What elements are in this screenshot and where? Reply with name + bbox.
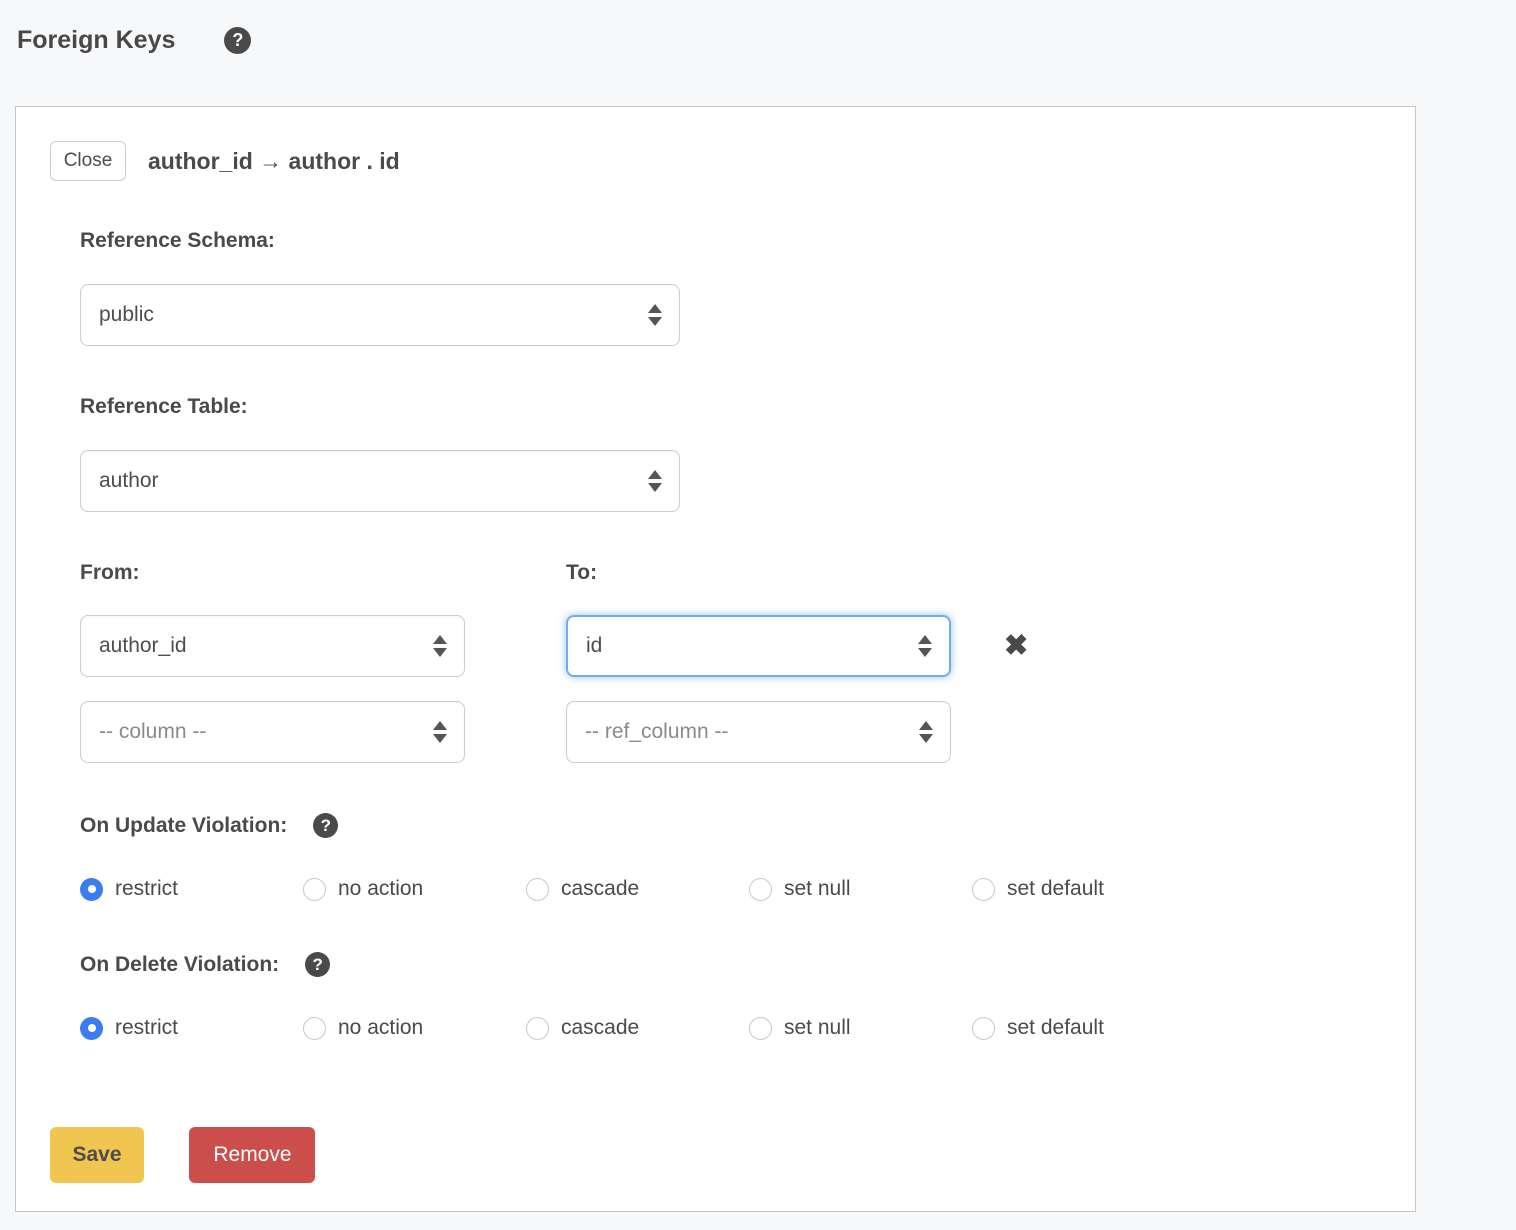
help-icon[interactable]: ? <box>313 813 338 838</box>
reference-table-value: author <box>99 469 159 493</box>
radio-label: cascade <box>561 1016 639 1040</box>
select-arrows-icon <box>648 304 662 326</box>
on-update-violation-label: On Update Violation: <box>80 815 287 837</box>
select-arrows-icon <box>918 635 932 657</box>
to-column: To: id -- ref_column -- <box>566 562 951 763</box>
reference-schema-group: Reference Schema: public <box>80 230 1381 346</box>
from-column-placeholder-select[interactable]: -- column -- <box>80 701 465 763</box>
from-label: From: <box>80 562 465 584</box>
reference-schema-label: Reference Schema: <box>80 230 1381 252</box>
on-delete-set-default-option[interactable]: set default <box>972 1016 1195 1040</box>
radio-checked-icon[interactable] <box>80 1017 103 1040</box>
on-update-no-action-option[interactable]: no action <box>303 877 526 901</box>
reference-schema-select[interactable]: public <box>80 284 680 346</box>
to-ref-column-select[interactable]: id <box>566 615 951 677</box>
radio-label: set null <box>784 877 851 901</box>
from-column-placeholder-value: -- column -- <box>99 720 206 744</box>
on-delete-violation-label: On Delete Violation: <box>80 954 279 976</box>
close-button[interactable]: Close <box>50 141 126 181</box>
from-column: From: author_id -- column -- <box>80 562 465 763</box>
select-arrows-icon <box>648 470 662 492</box>
on-update-set-default-option[interactable]: set default <box>972 877 1195 901</box>
column-mapping-section: From: author_id -- column -- To: id -- r… <box>80 562 1381 763</box>
radio-unchecked-icon[interactable] <box>972 878 995 901</box>
reference-table-select[interactable]: author <box>80 450 680 512</box>
radio-unchecked-icon[interactable] <box>972 1017 995 1040</box>
reference-table-group: Reference Table: author <box>80 396 1381 512</box>
reference-table-label: Reference Table: <box>80 396 1381 418</box>
radio-unchecked-icon[interactable] <box>303 1017 326 1040</box>
radio-label: set default <box>1007 1016 1104 1040</box>
foreign-key-editor-panel: Close author_id → author . id Reference … <box>15 106 1416 1212</box>
on-delete-restrict-option[interactable]: restrict <box>80 1016 303 1040</box>
page-title: Foreign Keys <box>17 26 175 55</box>
radio-unchecked-icon[interactable] <box>749 1017 772 1040</box>
select-arrows-icon <box>433 635 447 657</box>
to-ref-column-placeholder-select[interactable]: -- ref_column -- <box>566 701 951 763</box>
foreign-key-heading: author_id → author . id <box>148 148 400 175</box>
radio-label: set default <box>1007 877 1104 901</box>
editor-header: Close author_id → author . id <box>50 141 1381 181</box>
radio-label: no action <box>338 1016 423 1040</box>
on-update-violation-group: On Update Violation: ? restrict no actio… <box>80 813 1381 901</box>
to-ref-column-value: id <box>586 634 602 658</box>
radio-label: restrict <box>115 1016 178 1040</box>
help-icon[interactable]: ? <box>224 27 251 54</box>
on-update-cascade-option[interactable]: cascade <box>526 877 749 901</box>
from-column-select[interactable]: author_id <box>80 615 465 677</box>
radio-label: restrict <box>115 877 178 901</box>
page-header: Foreign Keys ? <box>0 0 1516 64</box>
radio-unchecked-icon[interactable] <box>526 1017 549 1040</box>
foreign-key-form: Reference Schema: public Reference Table… <box>80 230 1381 1040</box>
from-column-value: author_id <box>99 634 187 658</box>
radio-unchecked-icon[interactable] <box>749 878 772 901</box>
select-arrows-icon <box>433 721 447 743</box>
radio-label: no action <box>338 877 423 901</box>
to-ref-column-placeholder-value: -- ref_column -- <box>585 720 729 744</box>
radio-label: cascade <box>561 877 639 901</box>
on-delete-no-action-option[interactable]: no action <box>303 1016 526 1040</box>
select-arrows-icon <box>919 721 933 743</box>
remove-button[interactable]: Remove <box>189 1127 315 1183</box>
help-icon[interactable]: ? <box>305 952 330 977</box>
on-delete-violation-options: restrict no action cascade set null set … <box>80 1016 1381 1040</box>
on-delete-cascade-option[interactable]: cascade <box>526 1016 749 1040</box>
on-delete-violation-group: On Delete Violation: ? restrict no actio… <box>80 952 1381 1040</box>
remove-mapping-icon[interactable]: ✖ <box>1004 632 1028 661</box>
to-label: To: <box>566 562 951 584</box>
on-update-set-null-option[interactable]: set null <box>749 877 972 901</box>
radio-checked-icon[interactable] <box>80 878 103 901</box>
on-update-violation-options: restrict no action cascade set null set … <box>80 877 1381 901</box>
radio-unchecked-icon[interactable] <box>303 878 326 901</box>
radio-unchecked-icon[interactable] <box>526 878 549 901</box>
radio-label: set null <box>784 1016 851 1040</box>
reference-schema-value: public <box>99 303 154 327</box>
foreign-keys-page: { "page": { "title": "Foreign Keys" }, "… <box>0 0 1516 1230</box>
on-delete-set-null-option[interactable]: set null <box>749 1016 972 1040</box>
on-update-restrict-option[interactable]: restrict <box>80 877 303 901</box>
save-button[interactable]: Save <box>50 1127 144 1183</box>
editor-actions: Save Remove <box>50 1127 1381 1183</box>
